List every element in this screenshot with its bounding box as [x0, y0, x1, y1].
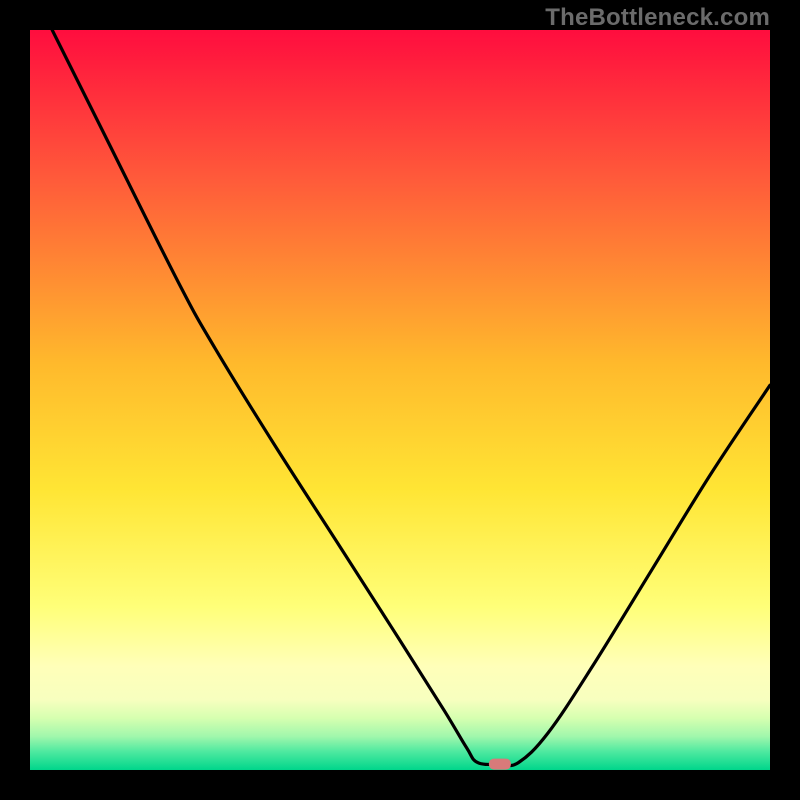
watermark-text: TheBottleneck.com	[545, 4, 770, 32]
chart-frame: TheBottleneck.com	[0, 0, 800, 800]
plot-area	[30, 30, 770, 770]
gradient-background	[30, 30, 770, 770]
optimal-marker	[489, 759, 511, 770]
chart-svg	[30, 30, 770, 770]
